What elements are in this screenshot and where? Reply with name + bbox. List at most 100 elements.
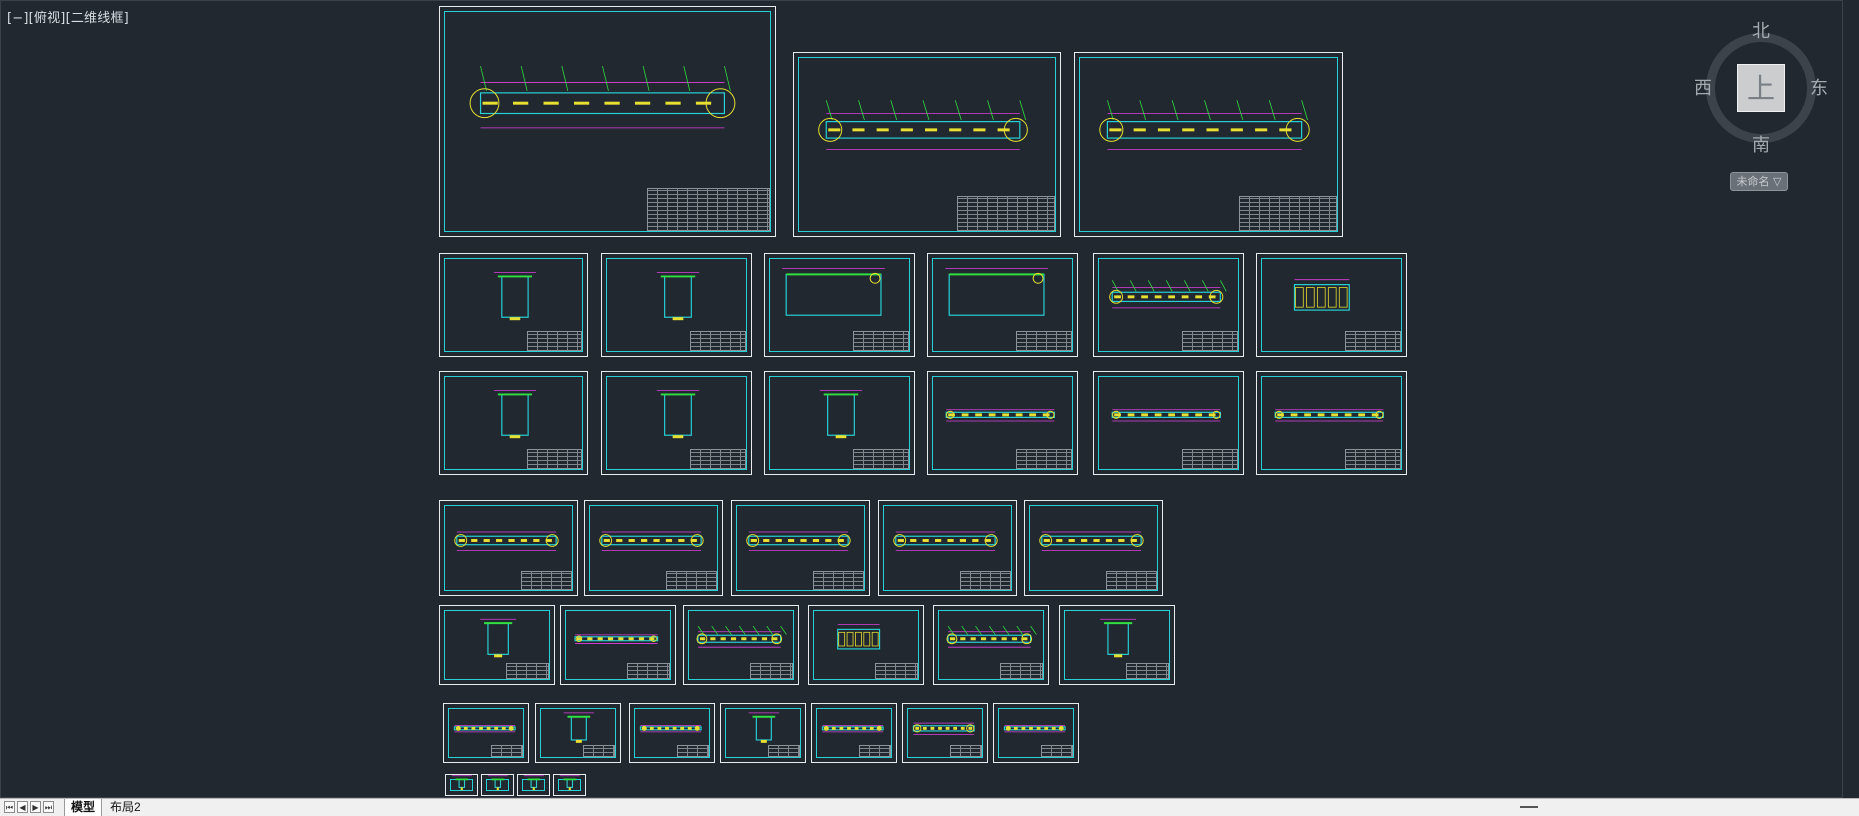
roller-part xyxy=(934,539,942,542)
frame-outline xyxy=(1107,622,1129,655)
roller-part xyxy=(513,101,529,105)
drawing-sheet[interactable] xyxy=(601,253,752,357)
roller-part xyxy=(869,726,874,730)
drawing-sheet[interactable] xyxy=(1024,500,1163,596)
next-tab-button[interactable]: ▶ xyxy=(30,801,41,813)
drawing-sheet[interactable] xyxy=(902,703,988,763)
roller-part xyxy=(1206,128,1219,132)
drawing-sheet[interactable] xyxy=(535,703,621,763)
ucs-dropdown[interactable]: 未命名 ▽ xyxy=(1730,172,1788,191)
first-tab-button[interactable]: ⏮ xyxy=(4,801,15,813)
drawing-sheet[interactable] xyxy=(553,774,586,796)
drawing-sheet[interactable] xyxy=(927,253,1078,357)
drawing-sheet[interactable] xyxy=(764,371,915,475)
drawing-sheet[interactable] xyxy=(683,605,799,685)
drawing-sheet[interactable] xyxy=(443,703,529,763)
drawing-sheet[interactable] xyxy=(793,52,1061,237)
drawing-sheet[interactable] xyxy=(601,371,752,475)
tab-layout2[interactable]: 布局2 xyxy=(104,799,147,816)
roller-part xyxy=(508,539,515,542)
leader-line xyxy=(1019,100,1027,121)
roller-part xyxy=(603,539,610,542)
drawing-sheet[interactable] xyxy=(764,253,915,357)
compass-south-label[interactable]: 南 xyxy=(1752,131,1770,157)
roller-part xyxy=(1043,539,1050,542)
drawing-sheet[interactable] xyxy=(933,605,1049,685)
viewcube[interactable]: 上 北 南 西 东 xyxy=(1694,21,1828,156)
drawing-sheet[interactable] xyxy=(517,774,550,796)
frame-outline xyxy=(664,393,692,436)
roller-part xyxy=(1042,413,1050,417)
drawing-sheet[interactable] xyxy=(1256,371,1407,475)
leader-line xyxy=(954,100,962,121)
leader-line xyxy=(683,65,691,91)
sheet-drawing xyxy=(563,712,595,743)
drawing-sheet[interactable] xyxy=(1093,371,1244,475)
roller-part xyxy=(1109,128,1122,132)
drawing-sheet[interactable] xyxy=(481,774,514,796)
horizontal-scrollbar[interactable] xyxy=(1220,801,1820,813)
roller-part xyxy=(975,413,982,417)
roller-part xyxy=(922,539,929,542)
drawing-sheet[interactable] xyxy=(811,703,897,763)
roller-part xyxy=(988,413,996,417)
sheet-drawing xyxy=(493,272,536,321)
sheet-drawing xyxy=(523,775,544,791)
drawing-sheet[interactable] xyxy=(808,605,924,685)
roller-part xyxy=(897,539,904,542)
block-part xyxy=(1338,287,1348,308)
drawing-sheet[interactable] xyxy=(1093,253,1244,357)
compass-north-label[interactable]: 北 xyxy=(1752,17,1770,43)
drawing-viewport[interactable]: [−][俯视][二维线框] 上 北 南 西 东 未命名 ▽ xyxy=(0,0,1843,798)
drawing-sheet[interactable] xyxy=(1256,253,1407,357)
drawing-sheet[interactable] xyxy=(560,605,676,685)
drawing-sheet[interactable] xyxy=(629,703,715,763)
compass-east-label[interactable]: 东 xyxy=(1810,74,1828,100)
drawing-sheet[interactable] xyxy=(720,703,806,763)
drawing-sheet[interactable] xyxy=(584,500,723,596)
frame-outline xyxy=(501,393,529,436)
roller-part xyxy=(1141,295,1148,299)
drawing-sheet[interactable] xyxy=(439,500,578,596)
conveyor-body xyxy=(453,726,516,731)
roller-part xyxy=(854,726,859,730)
drawing-sheet[interactable] xyxy=(445,774,478,796)
view-controls-label[interactable]: [−][俯视][二维线框] xyxy=(7,7,129,26)
roller-part xyxy=(1181,413,1189,417)
drawing-sheet[interactable] xyxy=(731,500,870,596)
base-plate xyxy=(494,654,503,658)
drawing-sheet[interactable] xyxy=(439,371,588,475)
roller-part xyxy=(494,726,499,730)
sheet-drawing xyxy=(1293,279,1350,311)
leader-line xyxy=(1107,100,1114,121)
roller-part xyxy=(1133,128,1146,132)
drawing-sheet[interactable] xyxy=(439,253,588,357)
block-part xyxy=(855,631,862,647)
roller-part xyxy=(960,637,966,641)
drawing-sheet[interactable] xyxy=(993,703,1079,763)
drawing-sheet[interactable] xyxy=(1059,605,1175,685)
drawing-sheet[interactable] xyxy=(439,605,555,685)
sheet-drawing xyxy=(451,775,472,791)
roller-part xyxy=(1011,637,1018,641)
prev-tab-button[interactable]: ◀ xyxy=(17,801,28,813)
roller-part xyxy=(1182,128,1195,132)
sheet-drawing xyxy=(1274,409,1384,422)
roller-part xyxy=(653,539,660,542)
base-plate xyxy=(568,787,571,791)
roller-part xyxy=(678,539,685,542)
compass-west-label[interactable]: 西 xyxy=(1694,74,1712,100)
roller-part xyxy=(573,101,590,105)
roller-part xyxy=(1114,295,1121,299)
base-plate xyxy=(1114,654,1123,658)
viewcube-top-face[interactable]: 上 xyxy=(1737,64,1785,112)
drawing-sheet[interactable] xyxy=(878,500,1017,596)
drawing-sheet[interactable] xyxy=(1074,52,1343,237)
roller-part xyxy=(1002,413,1009,417)
last-tab-button[interactable]: ⏭ xyxy=(43,801,54,813)
roller-part xyxy=(761,637,768,641)
scroll-thumb[interactable] xyxy=(1520,806,1538,808)
drawing-sheet[interactable] xyxy=(927,371,1078,475)
drawing-sheet[interactable] xyxy=(439,6,776,237)
tab-model[interactable]: 模型 xyxy=(64,799,103,816)
